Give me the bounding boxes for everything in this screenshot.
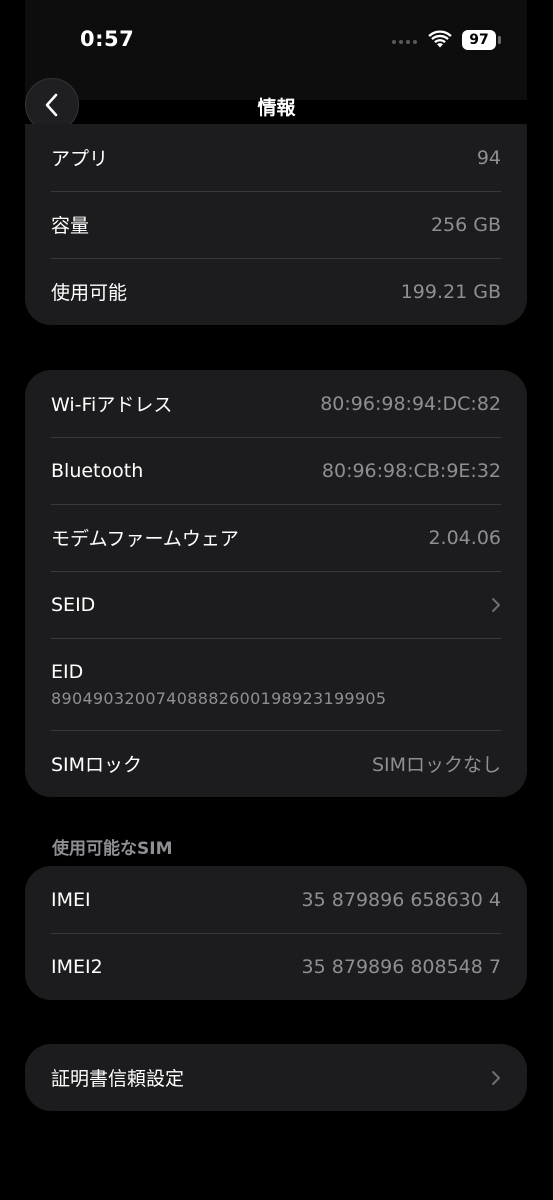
status-time: 0:57 bbox=[80, 27, 135, 51]
row-label: モデムファームウェア bbox=[51, 528, 239, 550]
network-card: Wi-Fiアドレス 80:96:98:94:DC:82 Bluetooth 80… bbox=[25, 370, 527, 797]
row-label: アプリ bbox=[51, 148, 109, 170]
status-bar: 0:57 97 bbox=[0, 0, 553, 80]
row-available: 使用可能 199.21 GB bbox=[25, 258, 527, 325]
row-eid: EID 89049032007408882600198923199905 bbox=[25, 638, 527, 730]
row-seid[interactable]: SEID bbox=[25, 571, 527, 638]
chevron-right-icon bbox=[492, 597, 500, 612]
row-value: 94 bbox=[476, 146, 501, 169]
row-imei2: IMEI2 35 879896 808548 7 bbox=[25, 933, 527, 1000]
row-label: IMEI2 bbox=[51, 955, 103, 978]
row-wifi-address: Wi-Fiアドレス 80:96:98:94:DC:82 bbox=[25, 370, 527, 437]
row-label: SIMロック bbox=[51, 754, 143, 776]
row-value: 80:96:98:CB:9E:32 bbox=[321, 459, 501, 482]
section-header-sim: 使用可能なSIM bbox=[52, 839, 173, 859]
row-label: IMEI bbox=[51, 888, 91, 911]
page-title: 情報 bbox=[257, 97, 296, 119]
eid-value: 89049032007408882600198923199905 bbox=[51, 688, 387, 708]
row-value: 256 GB bbox=[430, 213, 501, 236]
row-capacity: 容量 256 GB bbox=[25, 191, 527, 258]
row-imei: IMEI 35 879896 658630 4 bbox=[25, 866, 527, 933]
wifi-icon bbox=[428, 30, 452, 48]
row-label: SEID bbox=[51, 593, 96, 616]
row-label: 使用可能 bbox=[51, 282, 128, 304]
row-apps: アプリ 94 bbox=[25, 124, 527, 191]
row-sim-lock: SIMロック SIMロックなし bbox=[25, 730, 527, 797]
chevron-right-icon bbox=[492, 1070, 500, 1085]
row-label: Wi-Fiアドレス bbox=[51, 394, 173, 416]
row-label: EID bbox=[51, 660, 84, 683]
battery-tip bbox=[498, 36, 501, 44]
row-bluetooth: Bluetooth 80:96:98:CB:9E:32 bbox=[25, 437, 527, 504]
storage-card: アプリ 94 容量 256 GB 使用可能 199.21 GB bbox=[25, 124, 527, 325]
row-modem-firmware: モデムファームウェア 2.04.06 bbox=[25, 504, 527, 571]
certificate-card: 証明書信頼設定 bbox=[25, 1044, 527, 1111]
row-label: Bluetooth bbox=[51, 459, 144, 482]
row-value: 35 879896 658630 4 bbox=[301, 888, 501, 911]
cellular-signal-icon bbox=[392, 40, 417, 44]
row-value: SIMロックなし bbox=[371, 754, 501, 776]
row-value: 2.04.06 bbox=[428, 526, 501, 549]
row-value: 199.21 GB bbox=[400, 280, 501, 303]
sim-card: IMEI 35 879896 658630 4 IMEI2 35 879896 … bbox=[25, 866, 527, 1000]
row-label: 証明書信頼設定 bbox=[51, 1068, 185, 1090]
row-label: 容量 bbox=[51, 215, 90, 237]
row-value: 80:96:98:94:DC:82 bbox=[320, 392, 501, 415]
row-value: 35 879896 808548 7 bbox=[301, 955, 501, 978]
row-certificate-trust-settings[interactable]: 証明書信頼設定 bbox=[25, 1044, 527, 1111]
battery-icon: 97 bbox=[462, 30, 496, 50]
